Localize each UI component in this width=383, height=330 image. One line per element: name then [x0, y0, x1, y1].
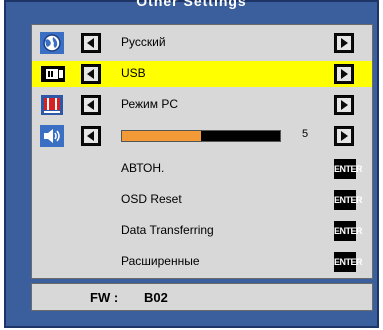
- pc-mode-row[interactable]: Режим PC: [32, 92, 372, 118]
- language-left-arrow-button[interactable]: [81, 33, 101, 53]
- volume-left-arrow-button[interactable]: [81, 126, 101, 146]
- usb-label: USB: [121, 66, 146, 80]
- firmware-label: FW :: [90, 290, 119, 305]
- volume-row[interactable]: 5: [32, 123, 372, 149]
- data-transferring-row[interactable]: Data Transferring ENTER: [32, 218, 372, 244]
- language-row[interactable]: Русский: [32, 30, 372, 56]
- firmware-value: B02: [144, 290, 168, 305]
- firmware-bar: FW : B02: [31, 283, 373, 311]
- volume-slider-fill: [122, 131, 201, 141]
- volume-right-arrow-button[interactable]: [334, 126, 354, 146]
- volume-value: 5: [302, 128, 309, 140]
- language-label: Русский: [121, 35, 166, 49]
- pc-mode-left-arrow-button[interactable]: [81, 95, 101, 115]
- usb-right-arrow-button[interactable]: [334, 64, 354, 84]
- volume-slider[interactable]: [121, 130, 281, 142]
- data-transferring-enter-button[interactable]: ENTER: [334, 221, 363, 241]
- osd-reset-enter-button[interactable]: ENTER: [334, 190, 363, 210]
- osd-reset-row[interactable]: OSD Reset ENTER: [32, 187, 372, 213]
- settings-panel: Русский USB Режим PC 5 АВТОН. ENTER OSD …: [31, 24, 373, 279]
- pc-mode-right-arrow-button[interactable]: [334, 95, 354, 115]
- auto-label: АВТОН.: [121, 161, 165, 175]
- auto-row[interactable]: АВТОН. ENTER: [32, 156, 372, 182]
- advanced-row[interactable]: Расширенные ENTER: [32, 249, 372, 275]
- speaker-volume-icon: [40, 125, 64, 147]
- data-transferring-label: Data Transferring: [121, 223, 214, 237]
- osd-reset-label: OSD Reset: [121, 192, 182, 206]
- usb-row[interactable]: USB: [32, 61, 372, 87]
- pc-mode-label: Режим PC: [121, 97, 178, 111]
- language-right-arrow-button[interactable]: [334, 33, 354, 53]
- osd-title: Other Settings: [136, 0, 247, 9]
- auto-enter-button[interactable]: ENTER: [334, 159, 363, 179]
- usb-left-arrow-button[interactable]: [81, 64, 101, 84]
- globe-language-icon: [40, 32, 64, 54]
- advanced-enter-button[interactable]: ENTER: [334, 252, 363, 272]
- advanced-label: Расширенные: [121, 254, 200, 268]
- pc-mode-icon: [40, 94, 64, 116]
- osd-window: Other Settings Русский USB Режим PC 5 АВ…: [4, 0, 379, 328]
- usb-display-icon: [40, 63, 65, 85]
